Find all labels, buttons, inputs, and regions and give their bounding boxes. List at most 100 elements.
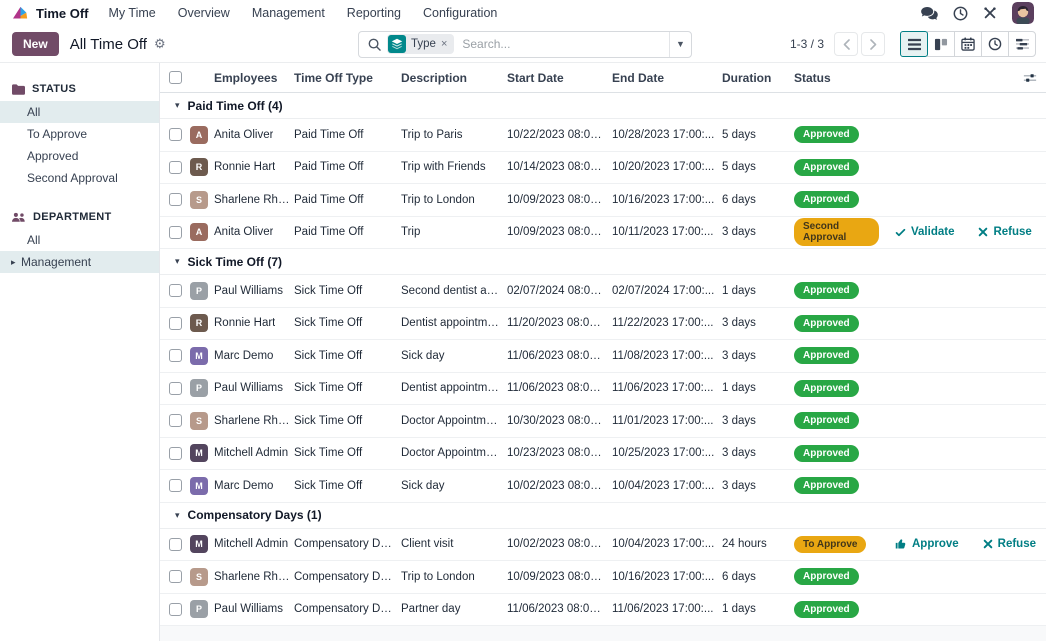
column-header-employees[interactable]: Employees [190, 71, 294, 85]
select-all-checkbox[interactable] [169, 71, 182, 84]
employee-name: Ronnie Hart [214, 317, 275, 329]
sidebar-item-second-approval[interactable]: Second Approval [0, 167, 159, 189]
table-row[interactable]: SSharlene RhodesCompensatory DaysTrip to… [160, 561, 1046, 594]
sidebar-item-all[interactable]: All [0, 101, 159, 123]
table-row[interactable]: MMitchell AdminCompensatory DaysClient v… [160, 529, 1046, 562]
refuse-button[interactable]: Refuse [978, 226, 1031, 238]
view-switch-list-button[interactable] [900, 31, 928, 57]
search-input[interactable]: Search... [462, 37, 669, 51]
table-row[interactable]: MMitchell AdminSick Time OffDoctor Appoi… [160, 438, 1046, 471]
view-switcher [901, 31, 1036, 57]
nav-menu-management[interactable]: Management [252, 6, 325, 20]
row-checkbox[interactable] [169, 193, 182, 206]
row-checkbox[interactable] [169, 128, 182, 141]
collapse-caret-icon[interactable]: ▾ [175, 510, 180, 521]
row-checkbox[interactable] [169, 226, 182, 239]
sidebar-item-management[interactable]: ▸Management [0, 251, 159, 273]
row-checkbox[interactable] [169, 447, 182, 460]
collapse-caret-icon[interactable]: ▾ [175, 100, 180, 111]
pager-previous-button[interactable] [834, 32, 858, 56]
employee-avatar: P [190, 600, 208, 618]
app-switcher[interactable]: Time Off [12, 6, 89, 21]
view-switch-calendar-button[interactable] [954, 31, 982, 57]
table-row[interactable]: AAnita OliverPaid Time OffTrip to Paris1… [160, 119, 1046, 152]
row-checkbox[interactable] [169, 414, 182, 427]
table-row[interactable]: SSharlene RhodesSick Time OffDoctor Appo… [160, 405, 1046, 438]
pager-next-button[interactable] [861, 32, 885, 56]
table-row[interactable]: PPaul WilliamsSick Time OffDentist appoi… [160, 373, 1046, 406]
table-row[interactable]: PPaul WilliamsSick Time OffSecond dentis… [160, 275, 1046, 308]
description-cell: Partner day [401, 603, 507, 615]
view-switch-gantt-button[interactable] [1008, 31, 1036, 57]
employee-avatar: A [190, 126, 208, 144]
sidebar-item-approved[interactable]: Approved [0, 145, 159, 167]
row-checkbox[interactable] [169, 479, 182, 492]
table-row[interactable]: MMarc DemoSick Time OffSick day11/06/202… [160, 340, 1046, 373]
column-header-description[interactable]: Description [401, 71, 507, 85]
end-date-cell: 10/28/2023 17:00:... [612, 129, 722, 141]
row-checkbox[interactable] [169, 317, 182, 330]
sidebar-item-to-approve[interactable]: To Approve [0, 123, 159, 145]
collapse-caret-icon[interactable]: ▾ [175, 256, 180, 267]
time-off-type-cell: Sick Time Off [294, 480, 401, 492]
row-checkbox[interactable] [169, 284, 182, 297]
search-facet-type[interactable]: Type × [387, 34, 454, 54]
x-icon [978, 227, 988, 237]
time-off-type-cell: Paid Time Off [294, 129, 401, 141]
nav-menu-configuration[interactable]: Configuration [423, 6, 497, 20]
user-avatar[interactable] [1012, 2, 1034, 24]
table-row[interactable]: MMarc DemoSick Time OffSick day10/02/202… [160, 470, 1046, 503]
table-row[interactable]: SSharlene RhodesPaid Time OffTrip to Lon… [160, 184, 1046, 217]
duration-cell: 5 days [722, 161, 794, 173]
column-header-status[interactable]: Status [794, 71, 879, 85]
employee-name: Sharlene Rhodes [214, 415, 294, 427]
action-label: Approve [912, 538, 959, 550]
nav-menu-overview[interactable]: Overview [178, 6, 230, 20]
search-bar[interactable]: Type × Search... ▼ [358, 31, 692, 58]
facet-remove-icon[interactable]: × [441, 38, 453, 50]
activities-icon[interactable] [953, 6, 968, 21]
employee-cell: MMarc Demo [190, 477, 294, 495]
column-header-time-off-type[interactable]: Time Off Type [294, 71, 401, 85]
group-row-sick-time-off-7[interactable]: ▾Sick Time Off (7) [160, 249, 1046, 275]
actions-gear-icon[interactable]: ⚙ [154, 36, 166, 52]
new-button[interactable]: New [12, 32, 59, 56]
table-row[interactable]: AAnita OliverPaid Time OffTrip10/09/2023… [160, 217, 1046, 250]
nav-menu-my-time[interactable]: My Time [109, 6, 156, 20]
table-row[interactable]: PPaul WilliamsCompensatory DaysPartner d… [160, 594, 1046, 627]
column-header-end-date[interactable]: End Date [612, 71, 722, 85]
row-checkbox[interactable] [169, 538, 182, 551]
tools-icon[interactable] [983, 6, 997, 20]
column-header-start-date[interactable]: Start Date [507, 71, 612, 85]
table-row[interactable]: RRonnie HartSick Time OffDentist appoint… [160, 308, 1046, 341]
row-checkbox[interactable] [169, 161, 182, 174]
status-cell: Approved [794, 380, 879, 397]
row-checkbox[interactable] [169, 349, 182, 362]
table-row[interactable]: RRonnie HartPaid Time OffTrip with Frien… [160, 152, 1046, 185]
time-off-type-cell: Sick Time Off [294, 317, 401, 329]
duration-cell: 3 days [722, 350, 794, 362]
end-date-cell: 10/25/2023 17:00:... [612, 447, 722, 459]
row-checkbox[interactable] [169, 603, 182, 616]
approve-button[interactable]: Approve [895, 538, 959, 550]
employee-avatar: P [190, 379, 208, 397]
sidebar-item-label: To Approve [27, 127, 87, 141]
group-row-paid-time-off-4[interactable]: ▾Paid Time Off (4) [160, 93, 1046, 119]
description-cell: Doctor Appointment [401, 447, 507, 459]
status-badge: Approved [794, 412, 859, 429]
search-dropdown-toggle[interactable]: ▼ [669, 32, 691, 57]
optional-columns-toggle[interactable] [879, 72, 1046, 84]
sidebar-item-all[interactable]: All [0, 229, 159, 251]
status-cell: Approved [794, 191, 879, 208]
view-switch-kanban-button[interactable] [927, 31, 955, 57]
row-checkbox[interactable] [169, 382, 182, 395]
validate-button[interactable]: Validate [895, 226, 954, 238]
group-row-compensatory-days-1[interactable]: ▾Compensatory Days (1) [160, 503, 1046, 529]
row-checkbox[interactable] [169, 570, 182, 583]
view-switch-activity-button[interactable] [981, 31, 1009, 57]
refuse-button[interactable]: Refuse [983, 538, 1036, 550]
nav-menu-reporting[interactable]: Reporting [347, 6, 401, 20]
messages-icon[interactable] [921, 7, 938, 20]
expand-caret-icon[interactable]: ▸ [11, 255, 16, 269]
column-header-duration[interactable]: Duration [722, 71, 794, 85]
